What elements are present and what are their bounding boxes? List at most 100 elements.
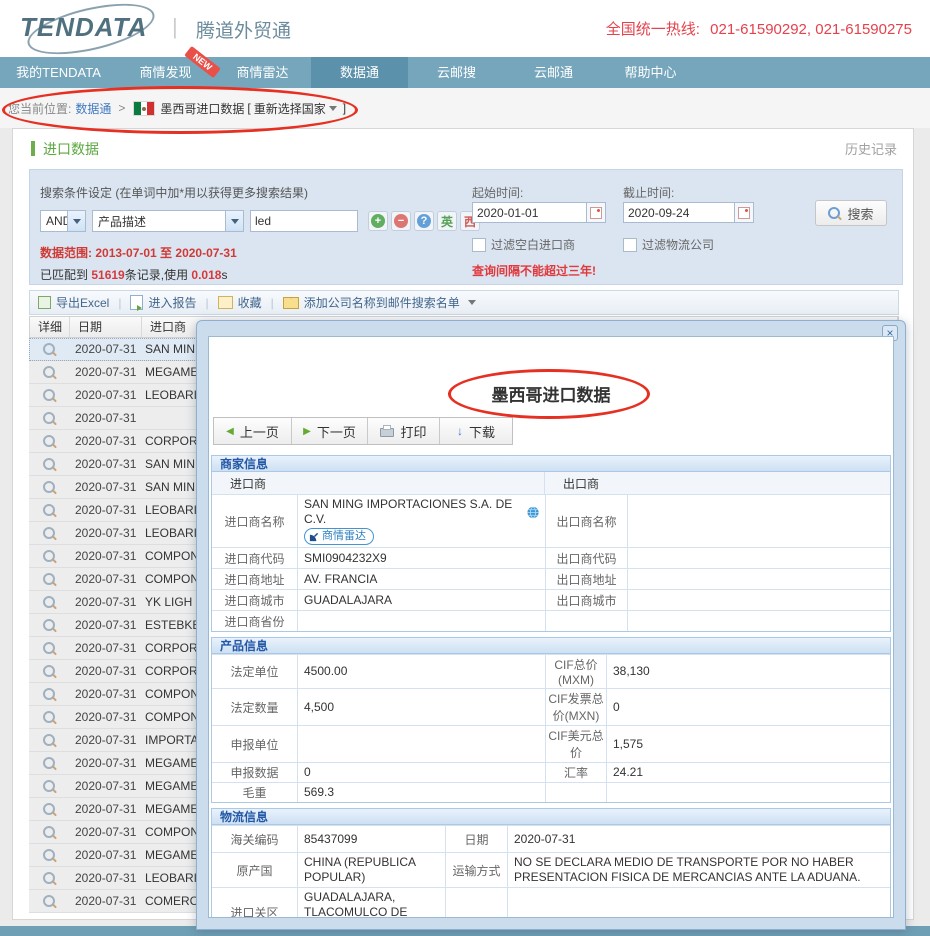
- row-date: 2020-07-31: [69, 687, 141, 701]
- print-button[interactable]: 打印: [368, 418, 440, 444]
- bracket-open: [: [247, 101, 250, 115]
- field-value: 2020-07-31: [508, 826, 890, 852]
- checkbox-icon[interactable]: [472, 238, 486, 252]
- field-value: GUADALAJARA: [298, 590, 545, 610]
- merchant-table: 进口商 出口商 进口商名称 SAN MING IMPORTACIONES S.A…: [211, 472, 891, 632]
- filter-blank-importer-checkbox[interactable]: 过滤空白进口商: [472, 236, 575, 253]
- checkbox-icon[interactable]: [623, 238, 637, 252]
- logo-text: TENDATA: [20, 12, 180, 43]
- match-time: 0.018: [191, 268, 221, 282]
- row-date: 2020-07-31: [69, 825, 141, 839]
- start-date-field[interactable]: 2020-01-01: [472, 202, 606, 223]
- view-detail-icon[interactable]: [43, 711, 55, 723]
- view-detail-icon[interactable]: [43, 550, 55, 562]
- reselect-country-link[interactable]: 重新选择国家: [254, 100, 326, 117]
- favorite-button[interactable]: 收藏: [218, 294, 262, 311]
- view-detail-icon[interactable]: [43, 849, 55, 861]
- view-detail-icon[interactable]: [43, 688, 55, 700]
- next-page-button[interactable]: ▶ 下一页: [292, 418, 368, 444]
- view-detail-icon[interactable]: [43, 872, 55, 884]
- row-date: 2020-07-31: [69, 710, 141, 724]
- calendar-icon: [590, 207, 602, 219]
- view-detail-icon[interactable]: [43, 826, 55, 838]
- nav-tab-help-center[interactable]: 帮助中心: [602, 57, 699, 88]
- row-date: 2020-07-31: [69, 549, 141, 563]
- view-detail-icon[interactable]: [43, 596, 55, 608]
- start-date-label: 起始时间:: [472, 184, 523, 201]
- breadcrumb-link-datalink[interactable]: 数据通: [75, 100, 111, 117]
- search-field-select[interactable]: 产品描述: [92, 210, 244, 232]
- remove-condition-button[interactable]: −: [391, 211, 411, 231]
- row-date: 2020-07-31: [69, 848, 141, 862]
- add-to-mail-list-button[interactable]: 添加公司名称到邮件搜索名单: [283, 294, 479, 311]
- search-icon: [828, 207, 840, 219]
- globe-icon[interactable]: [527, 506, 539, 519]
- field-label: 进口商地址: [212, 569, 298, 589]
- product-table: 法定单位 4500.00 CIF总价 (MXM) 38,130 法定数量 4,5…: [211, 654, 891, 803]
- field-label: CIF美元总 价: [545, 726, 607, 762]
- field-value: [628, 569, 890, 589]
- nav-tab-cloud-mail-search[interactable]: 云邮搜: [408, 57, 505, 88]
- nav-tab-business-radar[interactable]: 商情雷达: [214, 57, 311, 88]
- view-detail-icon[interactable]: [43, 435, 55, 447]
- download-button[interactable]: ↓ 下载: [440, 418, 512, 444]
- calendar-button[interactable]: [734, 203, 753, 222]
- table-row: 毛重 569.3: [212, 782, 890, 802]
- prev-page-button[interactable]: ◀ 上一页: [214, 418, 292, 444]
- bool-operator-select[interactable]: AND: [40, 210, 86, 232]
- view-detail-icon[interactable]: [43, 619, 55, 631]
- view-detail-icon[interactable]: [43, 504, 55, 516]
- search-button[interactable]: 搜索: [815, 200, 887, 226]
- view-detail-icon[interactable]: [43, 780, 55, 792]
- table-row: 海关编码 85437099 日期 2020-07-31: [212, 825, 890, 852]
- end-date-field[interactable]: 2020-09-24: [623, 202, 754, 223]
- enter-report-button[interactable]: 进入报告: [130, 294, 196, 311]
- nav-tab-data-link[interactable]: 数据通: [311, 57, 408, 88]
- view-detail-icon[interactable]: [43, 343, 55, 355]
- table-row: 申报数据 0 汇率 24.21: [212, 762, 890, 782]
- view-detail-icon[interactable]: [43, 366, 55, 378]
- view-detail-icon[interactable]: [43, 389, 55, 401]
- nav-tab-cloud-mail[interactable]: 云邮通: [505, 57, 602, 88]
- table-row: 法定单位 4500.00 CIF总价 (MXM) 38,130: [212, 654, 890, 688]
- view-detail-icon[interactable]: [43, 412, 55, 424]
- nav-tab-my-tendata[interactable]: 我的TENDATA: [0, 57, 117, 88]
- table-row: 进口关区 GUADALAJARA, TLACOMULCO DE ZUÑIGA, …: [212, 887, 890, 918]
- field-label: 出口商地址: [545, 569, 628, 589]
- field-label: 出口商城市: [545, 590, 628, 610]
- view-detail-icon[interactable]: [43, 481, 55, 493]
- table-row: 进口商省份: [212, 610, 890, 631]
- add-condition-button[interactable]: +: [368, 211, 388, 231]
- section-product-title: 产品信息: [211, 637, 891, 654]
- view-detail-icon[interactable]: [43, 665, 55, 677]
- field-label: CIF总价 (MXM): [545, 655, 607, 688]
- mail-icon: [283, 297, 299, 309]
- help-button[interactable]: ?: [414, 211, 434, 231]
- field-value: CHINA (REPUBLICA POPULAR): [298, 853, 445, 887]
- filter-logistics-checkbox[interactable]: 过滤物流公司: [623, 236, 714, 253]
- view-detail-icon[interactable]: [43, 734, 55, 746]
- calendar-button[interactable]: [586, 203, 605, 222]
- view-detail-icon[interactable]: [43, 757, 55, 769]
- plus-icon: +: [371, 214, 385, 228]
- field-label: 毛重: [212, 783, 298, 802]
- chevron-down-icon[interactable]: [329, 106, 337, 111]
- keyword-input[interactable]: [250, 210, 358, 232]
- field-label: 进口商名称: [212, 495, 298, 547]
- field-label: 进口商城市: [212, 590, 298, 610]
- lang-english-button[interactable]: 英: [437, 211, 457, 231]
- view-detail-icon[interactable]: [43, 573, 55, 585]
- select-trigger-icon[interactable]: [67, 211, 85, 231]
- select-trigger-icon[interactable]: [225, 211, 243, 231]
- export-excel-button[interactable]: 导出Excel: [38, 294, 109, 311]
- view-detail-icon[interactable]: [43, 642, 55, 654]
- view-detail-icon[interactable]: [43, 895, 55, 907]
- field-value: [628, 590, 890, 610]
- row-date: 2020-07-31: [69, 503, 141, 517]
- field-value: SMI0904232X9: [298, 548, 545, 568]
- history-link[interactable]: 历史记录: [845, 139, 897, 158]
- view-detail-icon[interactable]: [43, 527, 55, 539]
- view-detail-icon[interactable]: [43, 458, 55, 470]
- business-radar-badge[interactable]: 商情雷达: [304, 528, 374, 545]
- view-detail-icon[interactable]: [43, 803, 55, 815]
